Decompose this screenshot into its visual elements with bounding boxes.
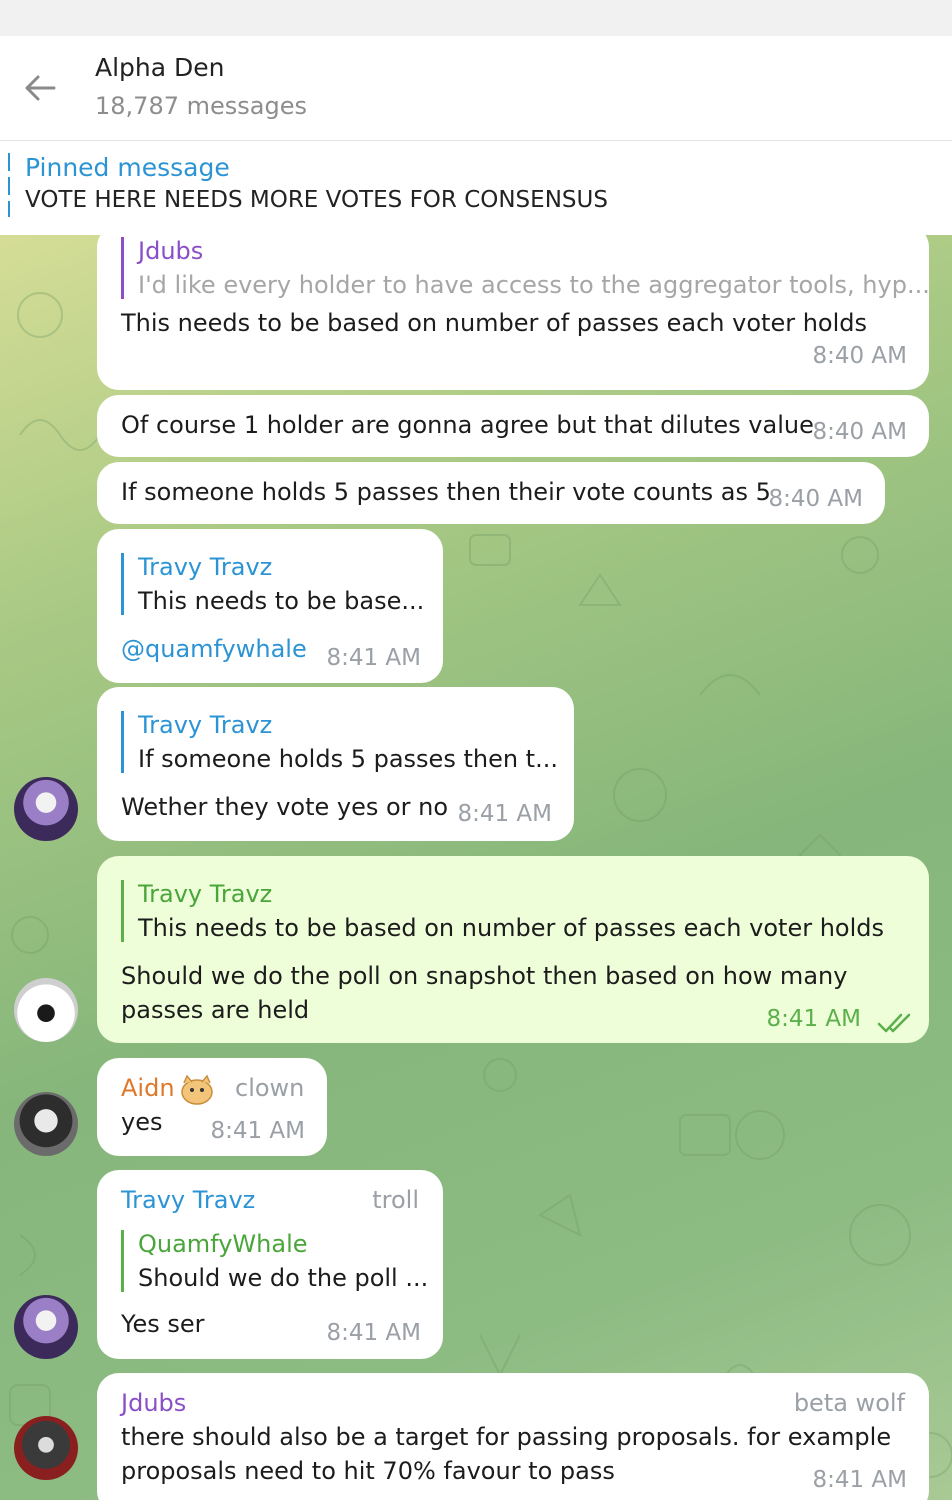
message-text: If someone holds 5 passes then their vot… <box>121 478 771 506</box>
message-list[interactable]: Jdubs I'd like every holder to have acce… <box>0 235 952 1500</box>
mention-link[interactable]: @quamfywhale <box>121 635 307 663</box>
message-bubble[interactable]: Jdubs I'd like every holder to have acce… <box>97 235 930 390</box>
message-text: Wether they vote yes or no <box>121 793 449 821</box>
message-bubble[interactable]: Of course 1 holder are gonna agree but t… <box>97 395 929 457</box>
member-tag: troll <box>372 1186 419 1214</box>
message-time: 8:41 AM <box>766 1006 861 1032</box>
pinned-text: VOTE HERE NEEDS MORE VOTES FOR CONSENSUS <box>25 187 608 213</box>
message-text: yes <box>121 1108 163 1136</box>
reply-preview[interactable]: Travy Travz This needs to be base... <box>121 553 424 615</box>
double-check-icon <box>877 1013 911 1033</box>
message-time: 8:41 AM <box>457 801 552 827</box>
message-text-line2: proposals need to hit 70% favour to pass <box>121 1457 615 1485</box>
reply-preview[interactable]: Travy Travz This needs to be based on nu… <box>121 880 884 942</box>
chat-header[interactable]: Alpha Den 18,787 messages <box>0 36 952 141</box>
reply-text: Should we do the poll ... <box>138 1264 429 1292</box>
reply-preview[interactable]: QuamfyWhale Should we do the poll ... <box>121 1230 428 1292</box>
message-time: 8:41 AM <box>326 645 421 671</box>
arrow-left-icon[interactable] <box>22 70 58 106</box>
message-text: Yes ser <box>121 1310 205 1338</box>
avatar[interactable] <box>14 1295 78 1359</box>
message-bubble[interactable]: Aidn clown yes 8:41 AM <box>97 1058 327 1156</box>
message-time: 8:41 AM <box>812 1467 907 1493</box>
reply-text: If someone holds 5 passes then t... <box>138 745 558 773</box>
pinned-indicator <box>8 153 10 217</box>
reply-text: This needs to be based on number of pass… <box>138 914 885 942</box>
reply-sender: Travy Travz <box>138 553 273 581</box>
message-bubble[interactable]: Jdubs beta wolf there should also be a t… <box>97 1373 929 1500</box>
message-text-line1: Should we do the poll on snapshot then b… <box>121 962 848 990</box>
message-count: 18,787 messages <box>95 92 307 120</box>
reply-sender: Jdubs <box>138 237 204 265</box>
window-top-strip <box>0 0 952 36</box>
message-time: 8:41 AM <box>210 1118 305 1144</box>
message-text-line2: passes are held <box>121 996 310 1024</box>
member-tag: clown <box>235 1074 305 1102</box>
message-bubble[interactable]: If someone holds 5 passes then their vot… <box>97 462 885 524</box>
message-bubble[interactable]: Travy Travz This needs to be base... @qu… <box>97 529 443 683</box>
reply-preview[interactable]: Travy Travz If someone holds 5 passes th… <box>121 711 558 773</box>
message-time: 8:40 AM <box>812 343 907 369</box>
reply-sender: Travy Travz <box>138 880 273 908</box>
avatar[interactable] <box>14 1416 78 1480</box>
message-time: 8:40 AM <box>768 486 863 512</box>
sender-name[interactable]: Jdubs <box>121 1389 186 1417</box>
sender-name[interactable]: Travy Travz <box>121 1186 255 1214</box>
sender-name[interactable]: Aidn <box>121 1074 175 1102</box>
message-time: 8:41 AM <box>326 1320 421 1346</box>
chat-title: Alpha Den <box>95 53 225 82</box>
pinned-message-bar[interactable]: Pinned message VOTE HERE NEEDS MORE VOTE… <box>0 141 952 236</box>
avatar[interactable] <box>14 1092 78 1156</box>
reply-sender: Travy Travz <box>138 711 273 739</box>
message-bubble[interactable]: Travy Travz If someone holds 5 passes th… <box>97 687 574 841</box>
doge-emoji-icon <box>181 1074 213 1105</box>
message-text: This needs to be based on number of pass… <box>121 309 868 337</box>
avatar[interactable] <box>14 777 78 841</box>
reply-preview[interactable]: Jdubs I'd like every holder to have acce… <box>121 237 930 299</box>
message-text: Of course 1 holder are gonna agree but t… <box>121 411 814 439</box>
reply-text: This needs to be base... <box>138 587 425 615</box>
message-text-line1: there should also be a target for passin… <box>121 1423 892 1451</box>
avatar[interactable] <box>14 978 78 1042</box>
reply-text: I'd like every holder to have access to … <box>138 271 930 299</box>
message-time: 8:40 AM <box>812 419 907 445</box>
message-bubble[interactable]: Travy Travz troll QuamfyWhale Should we … <box>97 1170 443 1359</box>
member-tag: beta wolf <box>793 1389 905 1417</box>
reply-sender: QuamfyWhale <box>138 1230 308 1258</box>
pinned-label: Pinned message <box>25 153 230 182</box>
message-bubble-outgoing[interactable]: Travy Travz This needs to be based on nu… <box>97 856 929 1043</box>
